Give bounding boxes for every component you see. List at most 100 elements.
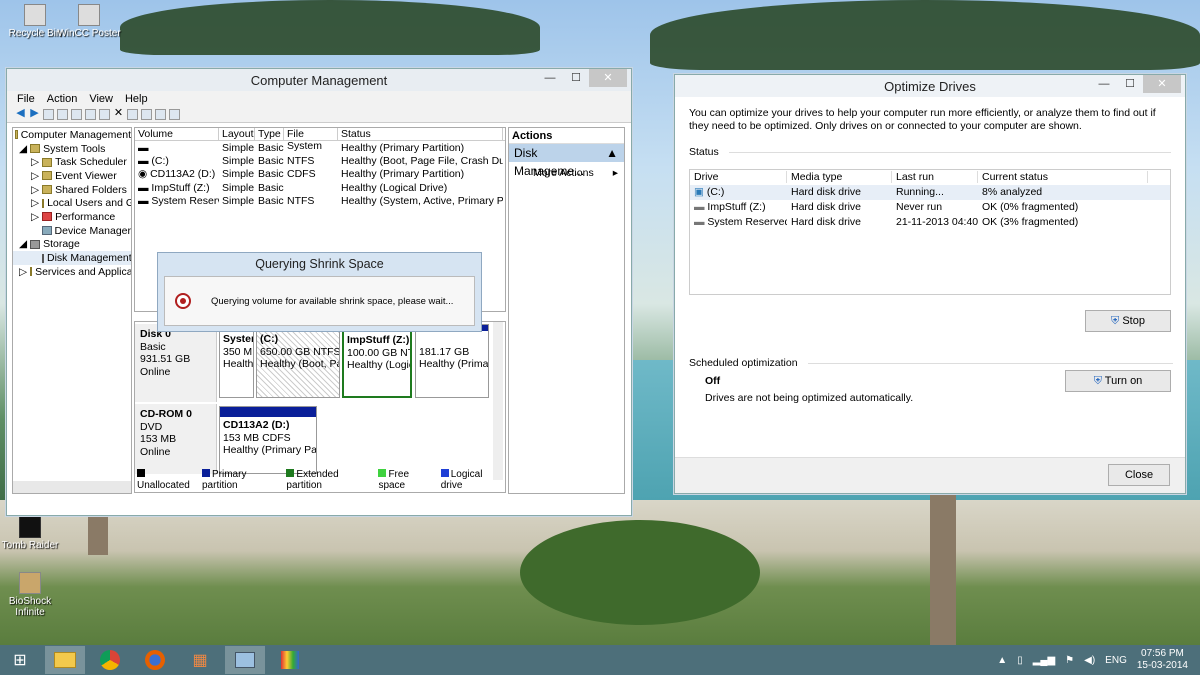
- minimize-button[interactable]: —: [537, 69, 563, 87]
- tree-item-performance[interactable]: ▷ Performance: [13, 210, 131, 224]
- maximize-button[interactable]: ☐: [563, 69, 589, 87]
- titlebar[interactable]: Computer Management — ☐ ✕: [7, 69, 631, 91]
- cell-volume: ▬ System Reserved: [138, 194, 219, 207]
- show-hide-tree-icon[interactable]: [57, 109, 68, 120]
- tree-item-storage[interactable]: ◢ Storage: [13, 238, 131, 252]
- column-volume[interactable]: Volume: [135, 128, 219, 140]
- column-current-status[interactable]: Current status: [978, 170, 1148, 184]
- desktop-icon-bioshock[interactable]: BioShock Infinite: [0, 572, 65, 618]
- table-row[interactable]: ▬ System Reserved Hard disk drive 21-11-…: [690, 215, 1170, 230]
- table-row[interactable]: ◉ CD113A2 (D:) Simple Basic CDFS Healthy…: [135, 168, 505, 181]
- column-media-type[interactable]: Media type: [787, 170, 892, 184]
- menu-view[interactable]: View: [89, 93, 113, 105]
- tree-item-local-users[interactable]: ▷ Local Users and Gr: [13, 196, 131, 210]
- tree-item-shared-folders[interactable]: ▷ Shared Folders: [13, 183, 131, 197]
- partition-c[interactable]: (C:) 650.00 GB NTFS Healthy (Boot, Pag: [256, 324, 340, 398]
- table-row[interactable]: ▬ System Reserved Simple Basic NTFS Heal…: [135, 194, 505, 207]
- taskbar-optimize-drives[interactable]: [270, 646, 310, 674]
- start-button[interactable]: ⊞: [0, 646, 40, 674]
- bioshock-icon: [19, 572, 41, 594]
- tree-item-system-tools[interactable]: ◢ System Tools: [13, 142, 131, 156]
- close-dialog-button[interactable]: Close: [1108, 464, 1170, 486]
- checkmark-icon[interactable]: [127, 109, 138, 120]
- partition-cd113a2[interactable]: CD113A2 (D:) 153 MB CDFS Healthy (Primar…: [219, 406, 317, 474]
- maximize-button[interactable]: ☐: [1117, 75, 1143, 93]
- export-icon[interactable]: [99, 109, 110, 120]
- close-button[interactable]: ✕: [1143, 75, 1181, 93]
- properties-icon[interactable]: [71, 109, 82, 120]
- tree-item-disk-management[interactable]: Disk Management: [13, 251, 131, 265]
- up-folder-icon[interactable]: [43, 109, 54, 120]
- collapse-arrow-icon[interactable]: ▷: [19, 266, 27, 278]
- partition-system-reserved[interactable]: Syster 350 MI Health: [219, 324, 254, 398]
- cell-status: Healthy (Primary Partition): [341, 141, 465, 154]
- column-drive[interactable]: Drive: [690, 170, 787, 184]
- table-row[interactable]: ▬ ImpStuff (Z:) Hard disk drive Never ru…: [690, 200, 1170, 215]
- help-icon[interactable]: [85, 109, 96, 120]
- menu-action[interactable]: Action: [47, 93, 78, 105]
- cell-last-run: 21-11-2013 04:40...: [896, 215, 978, 228]
- column-status[interactable]: Status: [338, 128, 503, 140]
- expand-arrow-icon[interactable]: ◢: [19, 238, 27, 250]
- column-last-run[interactable]: Last run: [892, 170, 978, 184]
- turn-on-button[interactable]: ⛨ Turn on: [1065, 370, 1171, 392]
- collapse-up-icon[interactable]: ▲: [606, 144, 618, 162]
- taskbar-chrome[interactable]: [90, 646, 130, 674]
- column-layout[interactable]: Layout: [219, 128, 255, 140]
- battery-icon[interactable]: ▯: [1017, 655, 1023, 666]
- minimize-button[interactable]: —: [1091, 75, 1117, 93]
- partition-free[interactable]: 181.17 GB Healthy (Primary: [415, 324, 489, 398]
- desktop-icon-wincc-poster[interactable]: WinCC Poster: [54, 4, 124, 39]
- column-type[interactable]: Type: [255, 128, 284, 140]
- desktop-icon-tomb-raider[interactable]: Tomb Raider: [0, 516, 65, 551]
- open-icon[interactable]: [141, 109, 152, 120]
- taskbar-computer-management[interactable]: [225, 646, 265, 674]
- delete-icon[interactable]: ✕: [113, 108, 124, 120]
- querying-shrink-dialog: Querying Shrink Space Querying volume fo…: [157, 252, 482, 332]
- tree-item-task-scheduler[interactable]: ▷ Task Scheduler: [13, 155, 131, 169]
- collapse-arrow-icon[interactable]: ▷: [31, 170, 39, 182]
- collapse-arrow-icon[interactable]: ▷: [31, 156, 39, 168]
- taskbar-store[interactable]: ▦: [180, 646, 220, 674]
- apps-grid-icon: ▦: [192, 652, 208, 669]
- close-button[interactable]: ✕: [589, 69, 627, 87]
- clock[interactable]: 07:56 PM 15-03-2014: [1137, 648, 1188, 672]
- column-file-system[interactable]: File System: [284, 128, 338, 152]
- cell-fs: NTFS: [287, 154, 315, 167]
- optimize-drives-window: Optimize Drives — ☐ ✕ You can optimize y…: [674, 74, 1186, 494]
- network-icon[interactable]: ▂▄▆: [1033, 655, 1055, 666]
- tree-item-computer-management[interactable]: Computer Management: [13, 128, 131, 142]
- taskbar-firefox[interactable]: [135, 646, 175, 674]
- disk-0-label[interactable]: Disk 0 Basic 931.51 GB Online: [135, 324, 217, 402]
- back-arrow-icon[interactable]: ◀: [15, 108, 26, 120]
- search-icon[interactable]: [155, 109, 166, 120]
- collapse-arrow-icon[interactable]: ▷: [31, 184, 39, 196]
- horizontal-scrollbar[interactable]: [13, 481, 131, 493]
- tree-item-event-viewer[interactable]: ▷ Event Viewer: [13, 169, 131, 183]
- cell-layout: Simple: [222, 168, 255, 181]
- tree-item-device-manager[interactable]: Device Manager: [13, 224, 131, 238]
- partition-impstuff[interactable]: ImpStuff (Z:) 100.00 GB NTF Healthy (Log…: [342, 324, 412, 398]
- cdrom-0-label[interactable]: CD-ROM 0 DVD 153 MB Online: [135, 404, 217, 474]
- flag-icon[interactable]: ⚑: [1065, 655, 1074, 666]
- table-row[interactable]: ▬ ImpStuff (Z:) Simple Basic Healthy (Lo…: [135, 181, 505, 194]
- collapse-arrow-icon[interactable]: ▷: [31, 197, 39, 209]
- stop-button[interactable]: ⛨ Stop: [1085, 310, 1171, 332]
- expand-arrow-icon[interactable]: ◢: [19, 143, 27, 155]
- menu-file[interactable]: File: [17, 93, 35, 105]
- volume-list-header: Volume Layout Type File System Status: [135, 128, 505, 152]
- taskbar-file-explorer[interactable]: [45, 646, 85, 674]
- collapse-arrow-icon[interactable]: ▷: [31, 211, 39, 223]
- language-indicator[interactable]: ENG: [1105, 655, 1127, 666]
- table-row[interactable]: ▬ (C:) Simple Basic NTFS Healthy (Boot, …: [135, 154, 505, 167]
- forward-arrow-icon[interactable]: ▶: [29, 108, 40, 120]
- actions-disk-management[interactable]: Disk Manageme... ▲: [509, 144, 624, 178]
- table-row[interactable]: ▣ (C:) Hard disk drive Running... 8% ana…: [690, 184, 1170, 200]
- vertical-scrollbar[interactable]: [493, 322, 503, 480]
- volume-icon[interactable]: ◀): [1084, 655, 1095, 666]
- menu-help[interactable]: Help: [125, 93, 148, 105]
- settings-icon[interactable]: [169, 109, 180, 120]
- tree-item-services-applications[interactable]: ▷ Services and Applicat: [13, 265, 131, 279]
- titlebar[interactable]: Optimize Drives — ☐ ✕: [675, 75, 1185, 97]
- show-hidden-icons[interactable]: ▲: [997, 655, 1007, 666]
